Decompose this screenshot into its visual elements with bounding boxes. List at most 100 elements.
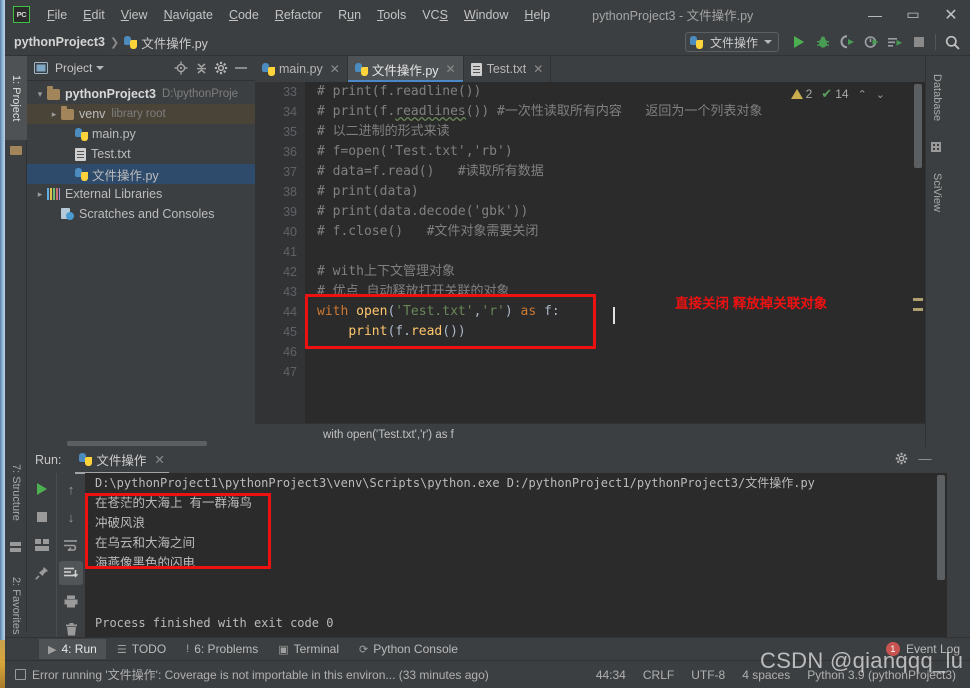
close-icon[interactable]: ✕ [533, 62, 543, 76]
run-toolbar-secondary[interactable]: ↑ ↓ [56, 473, 85, 645]
code-editor[interactable]: 333435363738394041424344454647 # print(f… [255, 82, 925, 439]
menu-item-window[interactable]: Window [456, 5, 516, 25]
menu-item-tools[interactable]: Tools [369, 5, 414, 25]
menu-item-vcs[interactable]: VCS [414, 5, 456, 25]
menu-item-help[interactable]: Help [516, 5, 558, 25]
editor-tab[interactable]: main.py✕ [255, 56, 348, 82]
maximize-button[interactable]: ▭ [894, 0, 932, 29]
event-log-button[interactable]: 1 Event Log [886, 642, 960, 656]
bottom-tab-terminal[interactable]: ▣Terminal [269, 639, 348, 659]
console-vertical-scrollbar[interactable] [937, 475, 945, 580]
code-lines[interactable]: # print(f.readline())# print(f.readlines… [305, 82, 925, 439]
close-button[interactable]: ✕ [932, 0, 970, 29]
tree-node[interactable]: 文件操作.py [27, 164, 255, 184]
run-settings-gear-icon[interactable] [889, 446, 913, 470]
editor-tab[interactable]: 文件操作.py✕ [348, 56, 464, 82]
code-line[interactable]: # with上下文管理对象 [317, 262, 925, 282]
python-interpreter[interactable]: Python 3.9 (pythonProject3) [807, 668, 956, 682]
tree-node[interactable]: ▾pythonProject3D:\pythonProje [27, 84, 255, 104]
breadcrumb-project[interactable]: pythonProject3 [14, 35, 105, 49]
project-chevron-down-icon[interactable] [96, 66, 104, 70]
code-line[interactable]: with open('Test.txt','r') as f: [317, 302, 925, 322]
sidebar-item-database[interactable]: Database [926, 60, 948, 136]
project-scrollbar-thumb[interactable] [67, 441, 207, 446]
minimize-button[interactable]: — [856, 0, 894, 29]
editor-vertical-scrollbar[interactable] [913, 82, 924, 439]
editor-tab-bar[interactable]: main.py✕文件操作.py✕Test.txt✕ [255, 56, 925, 82]
pin-tab-button[interactable] [30, 561, 54, 585]
sidebar-item-structure[interactable]: 7: Structure [5, 446, 27, 538]
editor-tab[interactable]: Test.txt✕ [464, 56, 552, 82]
settings-gear-icon[interactable] [211, 58, 231, 78]
editor-marker-stripe[interactable] [913, 308, 923, 311]
bottom-tabs[interactable]: ▶4: Run☰TODO!6: Problems▣Terminal⟳Python… [39, 639, 469, 659]
search-everywhere-button[interactable] [940, 30, 964, 54]
code-line[interactable]: # 优点 自动释放打开关联的对象 [317, 282, 925, 302]
menu-item-view[interactable]: View [113, 5, 156, 25]
code-line[interactable]: # data=f.read() #读取所有数据 [317, 162, 925, 182]
editor-marker-stripe[interactable] [913, 298, 923, 301]
menu-item-run[interactable]: Run [330, 5, 369, 25]
tree-node[interactable]: Scratches and Consoles [27, 204, 255, 224]
run-console-output[interactable]: D:\pythonProject1\pythonProject3\venv\Sc… [85, 473, 947, 645]
editor-breadcrumb-bar[interactable]: with open('Test.txt','r') as f [255, 423, 925, 445]
print-button[interactable] [59, 589, 83, 613]
collapse-all-icon[interactable] [191, 58, 211, 78]
code-line[interactable]: # print(f.readlines()) #一次性读取所有内容 返回为一个列… [317, 102, 925, 122]
tree-node[interactable]: ▸External Libraries [27, 184, 255, 204]
code-line[interactable]: # 以二进制的形式来读 [317, 122, 925, 142]
inspection-status-widget[interactable]: 2 ✔ 14 ⌃ ⌄ [791, 86, 885, 102]
menu-item-code[interactable]: Code [221, 5, 267, 25]
bottom-tab-run[interactable]: ▶4: Run [39, 639, 106, 659]
bottom-tab-problems[interactable]: !6: Problems [177, 639, 267, 659]
editor-scrollbar-thumb[interactable] [914, 84, 922, 168]
close-icon[interactable]: ✕ [154, 452, 164, 467]
menu-item-refactor[interactable]: Refactor [267, 5, 330, 25]
run-button[interactable] [787, 30, 811, 54]
close-icon[interactable]: ✕ [446, 62, 456, 76]
close-icon[interactable]: ✕ [330, 62, 340, 76]
indent-setting[interactable]: 4 spaces [742, 668, 790, 682]
chevron-right-icon[interactable]: ▸ [33, 189, 47, 200]
bottom-tab-python-console[interactable]: ⟳Python Console [350, 639, 467, 659]
code-line[interactable] [317, 362, 925, 382]
code-line[interactable] [317, 242, 925, 262]
run-with-coverage-button[interactable] [835, 30, 859, 54]
next-highlight-icon[interactable]: ⌄ [876, 88, 885, 101]
file-encoding[interactable]: UTF-8 [691, 668, 725, 682]
breadcrumb[interactable]: pythonProject3 ❯ 文件操作.py [14, 33, 208, 52]
prev-highlight-icon[interactable]: ⌃ [858, 88, 867, 101]
rerun-button[interactable] [30, 477, 54, 501]
code-line[interactable] [317, 342, 925, 362]
run-with-console-button[interactable] [883, 30, 907, 54]
menu-item-file[interactable]: File [39, 5, 75, 25]
down-arrow-button[interactable]: ↓ [59, 505, 83, 529]
up-arrow-button[interactable]: ↑ [59, 477, 83, 501]
bottom-tab-todo[interactable]: ☰TODO [108, 639, 175, 659]
hide-panel-icon[interactable] [231, 58, 251, 78]
status-notification-icon[interactable] [15, 669, 26, 680]
chevron-down-icon[interactable]: ▾ [33, 89, 47, 100]
stop-button[interactable] [907, 30, 931, 54]
caret-position[interactable]: 44:34 [596, 668, 626, 682]
locate-file-icon[interactable] [171, 58, 191, 78]
run-hide-panel-icon[interactable]: — [913, 446, 937, 470]
menu-item-edit[interactable]: Edit [75, 5, 113, 25]
profile-button[interactable] [859, 30, 883, 54]
run-config-tab[interactable]: 文件操作 ✕ [75, 447, 169, 474]
tree-node[interactable]: ▸venvlibrary root [27, 104, 255, 124]
status-message[interactable]: Error running '文件操作': Coverage is not im… [32, 666, 489, 683]
project-tree[interactable]: ▾pythonProject3D:\pythonProje▸venvlibrar… [27, 81, 255, 439]
soft-wrap-button[interactable] [59, 533, 83, 557]
scroll-to-end-button[interactable] [59, 561, 83, 585]
run-toolbar-primary[interactable] [27, 473, 56, 645]
code-line[interactable]: print(f.read()) [317, 322, 925, 342]
code-line[interactable]: # print(data) [317, 182, 925, 202]
code-line[interactable]: # print(data.decode('gbk')) [317, 202, 925, 222]
code-line[interactable]: # f.close() #文件对象需要关闭 [317, 222, 925, 242]
line-separator[interactable]: CRLF [643, 668, 674, 682]
breadcrumb-file[interactable]: 文件操作.py [141, 33, 208, 52]
tree-node[interactable]: Test.txt [27, 144, 255, 164]
sidebar-item-sciview[interactable]: SciView [926, 154, 948, 230]
sidebar-item-project[interactable]: 1: Project [5, 56, 27, 140]
